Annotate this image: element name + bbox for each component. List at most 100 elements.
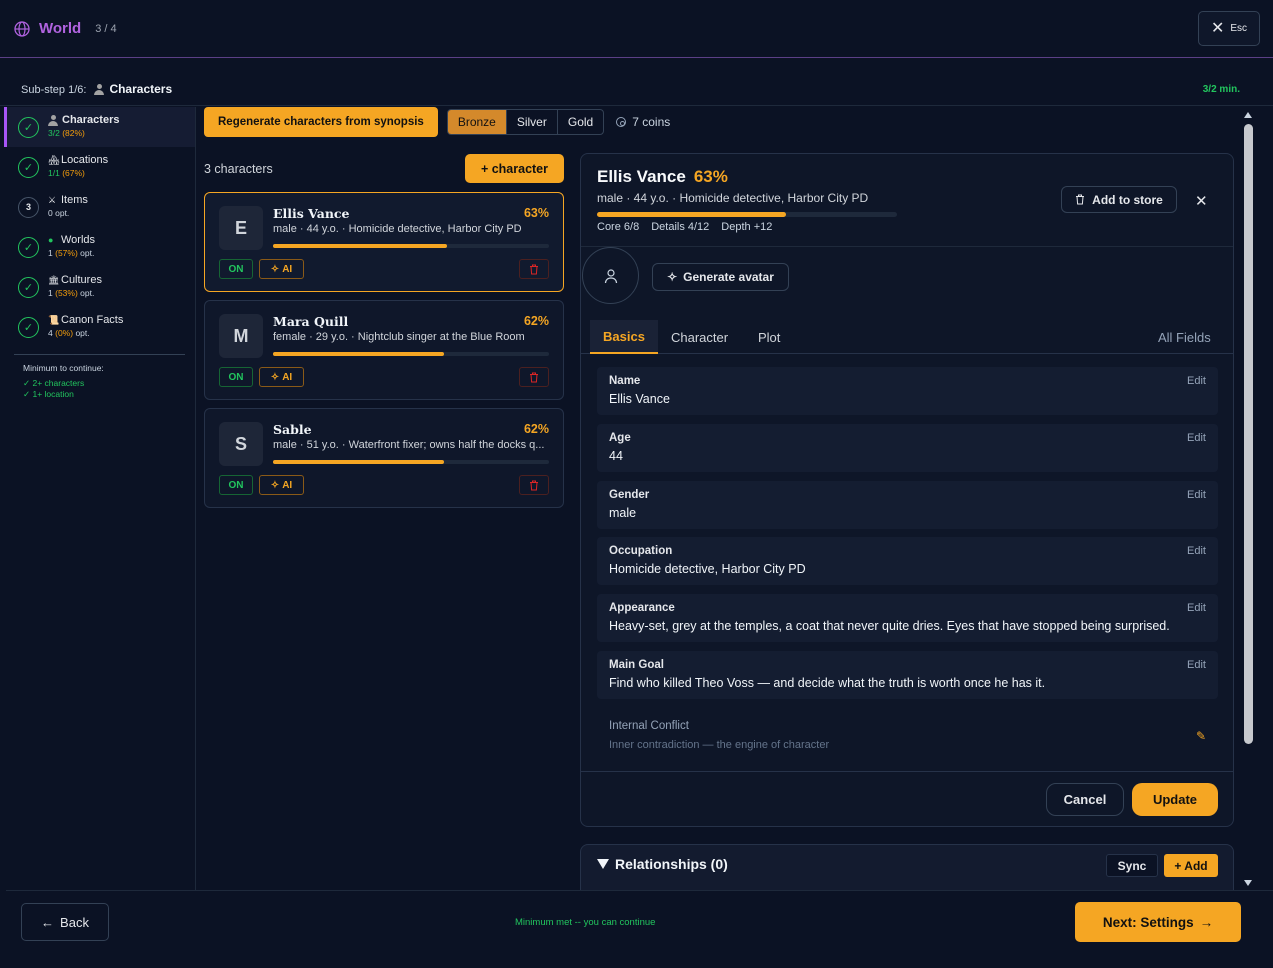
on-toggle[interactable]: ON — [219, 475, 253, 495]
step-item-locations[interactable]: ✓ 🏘 Locations 1/1 (67%) — [4, 147, 195, 187]
character-card[interactable]: M Mara Quill 62% female · 29 y.o. · Nigh… — [204, 300, 564, 400]
next-button[interactable]: Next: Settings → — [1075, 902, 1241, 942]
step-title: Items — [61, 194, 88, 206]
add-relationship-button[interactable]: + Add — [1164, 854, 1218, 877]
on-toggle[interactable]: ON — [219, 259, 253, 279]
top-bar: World 3 / 4 ✕ Esc — [0, 0, 1273, 58]
close-icon[interactable]: ✕ — [1195, 192, 1208, 210]
tab-all-fields[interactable]: All Fields — [1145, 320, 1224, 354]
coin-icon — [616, 117, 627, 127]
step-item-canon-facts[interactable]: ✓ 📜 Canon Facts 4 (0%) opt. — [4, 307, 195, 347]
avatar: M — [219, 314, 263, 358]
field-label: Main Goal — [609, 659, 664, 671]
ai-button[interactable]: ✧ AI — [259, 259, 304, 279]
ai-button[interactable]: ✧ AI — [259, 475, 304, 495]
edit-button[interactable]: Edit — [1187, 545, 1206, 557]
step-pct: (57%) — [55, 248, 78, 258]
avatar-placeholder[interactable] — [582, 247, 639, 304]
edit-button[interactable]: Edit — [1187, 659, 1206, 671]
substep-name: Characters — [94, 82, 172, 96]
step-pct: (0%) — [55, 328, 74, 338]
sparkle-icon: ✧ — [270, 371, 280, 383]
substep-label: Sub-step 1/6: — [21, 84, 87, 96]
relationships-section: Relationships (0) Sync + Add — [580, 844, 1234, 890]
step-number: 3 — [18, 196, 39, 218]
field-label: Name — [609, 375, 641, 387]
field-appearance: Appearance Heavy-set, grey at the temple… — [597, 594, 1218, 642]
tab-basics[interactable]: Basics — [590, 320, 658, 354]
delete-button[interactable] — [519, 367, 549, 387]
avatar: E — [219, 206, 263, 250]
scroll-down-arrow-icon[interactable] — [1244, 880, 1252, 886]
step-counter: 3 / 4 — [95, 22, 117, 35]
regenerate-button[interactable]: Regenerate characters from synopsis — [204, 107, 438, 137]
tier-silver[interactable]: Silver — [507, 110, 558, 134]
detail-title: Ellis Vance 63% — [597, 167, 728, 187]
edit-button[interactable]: Edit — [1187, 602, 1206, 614]
step-suffix: opt. — [80, 288, 95, 298]
check-icon: ✓ — [18, 236, 39, 258]
completeness-bar — [273, 460, 549, 464]
close-label: Esc — [1230, 23, 1248, 34]
divider — [581, 771, 1233, 772]
update-button[interactable]: Update — [1132, 783, 1218, 816]
trash-icon — [530, 372, 538, 382]
relationships-toggle[interactable]: Relationships (0) — [597, 856, 728, 872]
character-summary: female · 29 y.o. · Nightclub singer at t… — [273, 331, 525, 343]
check-icon: ✓ — [18, 156, 39, 178]
scrollbar-thumb[interactable] — [1244, 124, 1253, 744]
delete-button[interactable] — [519, 475, 549, 495]
generate-avatar-label: Generate avatar — [683, 270, 774, 284]
step-item-worlds[interactable]: ✓ ● Worlds 1 (57%) opt. — [4, 227, 195, 267]
relationships-title: Relationships (0) — [615, 856, 728, 872]
edit-button[interactable]: Edit — [1187, 375, 1206, 387]
field-internal-conflict[interactable]: Internal Conflict Inner contradiction — … — [597, 712, 1218, 760]
step-count: 1/1 — [48, 168, 60, 178]
completeness-bar — [273, 352, 549, 356]
cancel-button[interactable]: Cancel — [1046, 783, 1124, 816]
on-toggle[interactable]: ON — [219, 367, 253, 387]
tier-bronze[interactable]: Bronze — [447, 110, 507, 134]
ai-button[interactable]: ✧ AI — [259, 367, 304, 387]
scroll-icon: 📜 — [48, 315, 60, 325]
step-title: Cultures — [61, 274, 102, 286]
minimum-header: Minimum to continue: — [23, 363, 104, 373]
add-to-store-button[interactable]: Add to store — [1061, 186, 1177, 213]
delete-button[interactable] — [519, 259, 549, 279]
character-summary: male · 44 y.o. · Homicide detective, Har… — [273, 223, 522, 235]
crossed-swords-icon: ⚔ — [48, 195, 57, 205]
character-completeness: 63% — [523, 206, 549, 220]
step-item-cultures[interactable]: ✓ 🏛 Cultures 1 (53%) opt. — [4, 267, 195, 307]
detail-progress-bar — [597, 212, 897, 217]
add-character-button[interactable]: + character — [464, 154, 564, 183]
pencil-icon[interactable]: ✎ — [1196, 729, 1206, 743]
edit-button[interactable]: Edit — [1187, 489, 1206, 501]
character-card[interactable]: S Sable 62% male · 51 y.o. · Waterfront … — [204, 408, 564, 508]
back-button[interactable]: ← Back — [21, 903, 109, 941]
field-age: Age 44 Edit — [597, 424, 1218, 472]
tab-character[interactable]: Character — [658, 320, 741, 354]
scrollbar[interactable] — [1241, 110, 1256, 888]
edit-button[interactable]: Edit — [1187, 432, 1206, 444]
close-button[interactable]: ✕ Esc — [1198, 11, 1260, 46]
step-title: Canon Facts — [61, 314, 124, 326]
detail-meta: male · 44 y.o. · Homicide detective, Har… — [597, 191, 869, 205]
step-count: 3/2 — [48, 128, 60, 138]
step-count: 4 — [48, 328, 53, 338]
detail-stats: Core 6/8 Details 4/12 Depth +12 — [597, 221, 772, 233]
character-card[interactable]: E Ellis Vance 63% male · 44 y.o. · Homic… — [204, 192, 564, 292]
step-title: Characters — [62, 114, 120, 126]
tab-plot[interactable]: Plot — [745, 320, 793, 354]
stat-depth: Depth +12 — [721, 221, 773, 233]
sparkle-icon: ✧ — [667, 270, 678, 284]
step-item-characters[interactable]: ✓ Characters 3/2 (82%) — [4, 107, 195, 147]
scroll-up-arrow-icon[interactable] — [1244, 112, 1252, 118]
sync-button[interactable]: Sync — [1106, 854, 1158, 877]
field-value: Homicide detective, Harbor City PD — [609, 562, 806, 576]
step-item-items[interactable]: 3 ⚔ Items 0 opt. — [4, 187, 195, 227]
tier-gold[interactable]: Gold — [558, 110, 603, 134]
stat-details: Details 4/12 — [651, 221, 710, 233]
globe-icon — [14, 20, 30, 37]
step-count: 0 — [48, 208, 53, 218]
generate-avatar-button[interactable]: ✧ Generate avatar — [652, 263, 789, 291]
